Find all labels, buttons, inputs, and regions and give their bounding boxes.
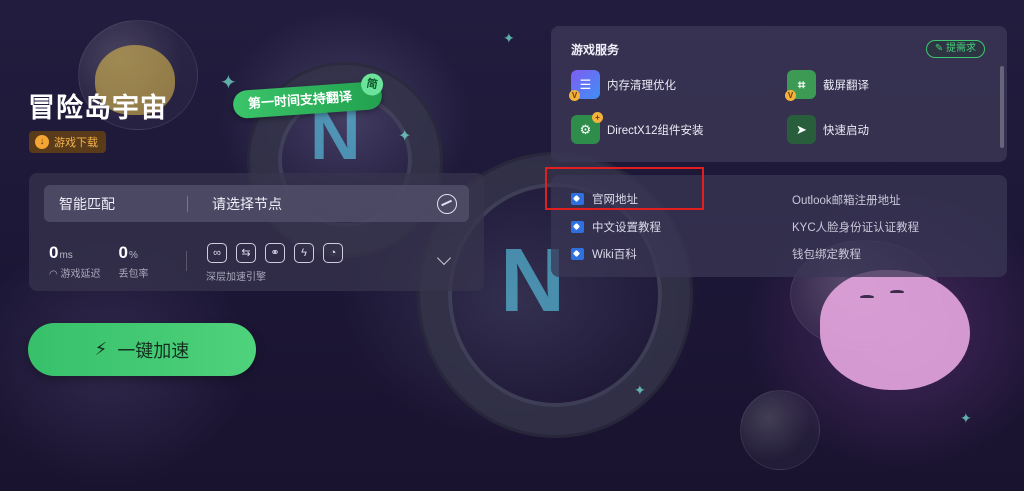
select-node-label[interactable]: 请选择节点 bbox=[188, 194, 437, 214]
latency-stat: 0ms ◠ 游戏延迟 bbox=[49, 243, 101, 280]
sparkle-decoration: ✦ bbox=[220, 72, 237, 94]
service-directx-install[interactable]: ⚙ + DirectX12组件安装 bbox=[571, 112, 704, 144]
node-selector-bar[interactable]: 智能匹配 请选择节点 bbox=[44, 185, 469, 222]
screenshot-translate-icon: ⌗ V bbox=[785, 70, 816, 101]
bubble-decoration bbox=[740, 390, 820, 470]
packet-loss-label: 丢包率 bbox=[118, 269, 149, 280]
download-icon: ↓ bbox=[35, 135, 49, 149]
services-title: 游戏服务 bbox=[571, 43, 620, 57]
latency-value: 0 bbox=[49, 243, 59, 262]
directx-install-icon: ⚙ + bbox=[571, 112, 603, 144]
link-icon[interactable]: ∞ bbox=[207, 243, 227, 263]
link-icon bbox=[571, 248, 584, 260]
service-quick-launch[interactable]: ➤ 快速启动 bbox=[787, 115, 869, 144]
quick-launch-icon: ➤ bbox=[787, 115, 816, 144]
promo-tag: 简 bbox=[359, 71, 385, 98]
accelerate-bolt-icon: ⚡ bbox=[94, 339, 108, 359]
request-label: 提需求 bbox=[946, 43, 976, 54]
service-memory-clean[interactable]: ☰ V 内存清理优化 bbox=[569, 70, 676, 101]
game-services-panel: 游戏服务 ✎ 提需求 ☰ V 内存清理优化 ⌗ V 截屏翻译 ⚙ + DirectX1… bbox=[551, 26, 1007, 162]
link-wiki[interactable]: Wiki百科 bbox=[571, 246, 637, 262]
packet-loss-value: 0 bbox=[118, 243, 128, 262]
boost-engine-label: 深层加速引擎 bbox=[206, 272, 266, 283]
wifi-icon: ◠ bbox=[49, 269, 61, 280]
link-icon bbox=[571, 221, 584, 233]
boost-engine-icons: ∞ ⇆ ⚭ ϟ ◔ bbox=[207, 243, 343, 263]
accelerate-label: 一键加速 bbox=[117, 340, 190, 361]
latency-unit: ms bbox=[59, 250, 73, 261]
sparkle-decoration: ✦ bbox=[503, 30, 515, 46]
service-label: DirectX12组件安装 bbox=[607, 124, 704, 137]
memory-clean-icon: ☰ V bbox=[569, 70, 600, 101]
globe-icon[interactable] bbox=[437, 193, 457, 214]
chevron-down-icon[interactable] bbox=[436, 250, 452, 266]
sparkle-decoration: ✦ bbox=[398, 128, 412, 145]
request-button[interactable]: ✎ 提需求 bbox=[925, 40, 985, 58]
link-wallet-tutorial[interactable]: 钱包绑定教程 bbox=[792, 246, 861, 262]
service-label: 内存清理优化 bbox=[607, 79, 676, 92]
game-title: 冒险岛宇宙 bbox=[28, 93, 168, 123]
service-screenshot-translate[interactable]: ⌗ V 截屏翻译 bbox=[785, 70, 869, 101]
node-panel: 智能匹配 请选择节点 0ms ◠ 游戏延迟 0% 丢包率 ∞ ⇆ ⚭ ϟ ◔ 深… bbox=[29, 173, 484, 291]
sparkle-decoration: ✦ bbox=[960, 410, 972, 426]
promo-label: 第一时间支持翻译 bbox=[247, 88, 353, 112]
divider bbox=[186, 251, 187, 271]
game-download-label: 游戏下载 bbox=[54, 137, 98, 149]
link-label: Wiki百科 bbox=[592, 249, 637, 261]
link-chinese-settings[interactable]: 中文设置教程 bbox=[571, 219, 661, 235]
packet-loss-stat: 0% 丢包率 bbox=[119, 243, 149, 280]
game-download-button[interactable]: ↓ 游戏下载 bbox=[29, 131, 106, 153]
timer-icon[interactable]: ◔ bbox=[323, 243, 343, 263]
service-label: 截屏翻译 bbox=[823, 79, 869, 92]
sparkle-decoration: ✦ bbox=[634, 382, 646, 398]
link-label: 中文设置教程 bbox=[592, 222, 661, 234]
character-decoration bbox=[820, 270, 970, 390]
link-outlook-register[interactable]: Outlook邮箱注册地址 bbox=[792, 192, 901, 208]
network-stats: 0ms ◠ 游戏延迟 0% 丢包率 bbox=[49, 243, 149, 280]
packet-loss-unit: % bbox=[128, 250, 138, 261]
latency-label: 游戏延迟 bbox=[60, 269, 101, 280]
route-icon[interactable]: ⇆ bbox=[236, 243, 256, 263]
bolt-icon[interactable]: ϟ bbox=[294, 243, 314, 263]
link-kyc-tutorial[interactable]: KYC人脸身份证认证教程 bbox=[792, 219, 919, 235]
service-label: 快速启动 bbox=[823, 124, 869, 137]
network-icon[interactable]: ⚭ bbox=[265, 243, 285, 263]
smart-match-label[interactable]: 智能匹配 bbox=[44, 194, 187, 214]
services-scrollbar[interactable] bbox=[1000, 66, 1004, 148]
highlight-annotation-box bbox=[545, 167, 704, 210]
one-click-accelerate-button[interactable]: ⚡ 一键加速 bbox=[28, 323, 256, 376]
brush-icon: ✎ bbox=[934, 43, 946, 54]
